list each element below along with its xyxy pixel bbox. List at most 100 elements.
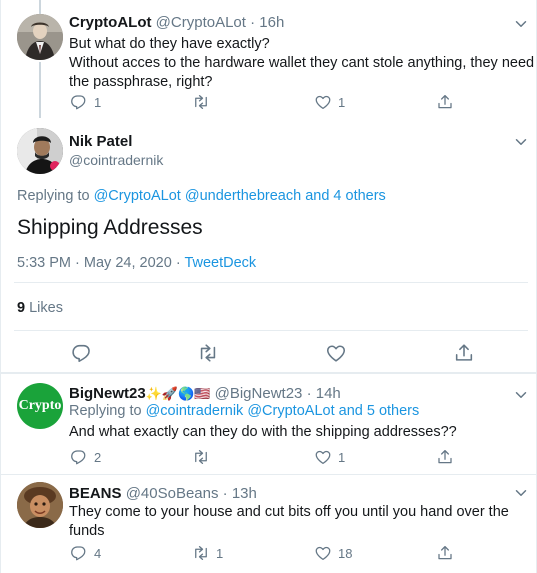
like-icon (314, 93, 332, 111)
tweet-text-line: They come to your house and cut bits off… (69, 504, 509, 520)
reply-count: 1 (94, 94, 102, 110)
reply-button[interactable]: 1 (70, 93, 101, 111)
retweet-icon (192, 448, 210, 466)
chevron-down-icon[interactable] (512, 386, 530, 404)
avatar[interactable] (17, 128, 63, 174)
avatar[interactable] (17, 14, 63, 60)
separator-dot: · (250, 14, 256, 31)
tweet-text-line: the passphrase, right? (69, 74, 213, 90)
separator-dot: · (222, 485, 228, 502)
author-handle[interactable]: @40SoBeans (126, 485, 219, 502)
divider (14, 282, 528, 283)
like-count: 1 (338, 449, 346, 465)
tweet-date[interactable]: May 24, 2020 (84, 255, 172, 271)
like-button[interactable] (325, 342, 347, 364)
share-button[interactable] (436, 93, 454, 111)
timestamp[interactable]: 16h (259, 14, 284, 31)
thread-rail-top (39, 0, 41, 14)
tweet-text: And what exactly can they do with the sh… (69, 424, 457, 440)
author-name[interactable]: CryptoALot (69, 14, 152, 31)
name-emoji: ✨🚀🌎🇺🇸 (145, 386, 211, 401)
likes-count: 9 (17, 300, 26, 316)
reply-button[interactable] (71, 342, 93, 364)
tweet-text: They come to your house and cut bits off… (69, 503, 529, 541)
avatar[interactable]: Crypto (17, 383, 63, 429)
tweet-source[interactable]: TweetDeck (184, 255, 256, 271)
tweet-body: Shipping Addresses (17, 216, 203, 239)
avatar-photo (17, 128, 63, 174)
tweet-header: CryptoALot @CryptoALot · 16h (69, 14, 284, 31)
share-icon (436, 93, 454, 111)
avatar-photo (17, 14, 63, 60)
avatar-photo (17, 482, 63, 528)
tweet-header: BigNewt23✨🚀🌎🇺🇸 @BigNewt23 · 14h (69, 385, 341, 402)
reply-icon (71, 342, 93, 364)
reply-icon (70, 93, 88, 111)
like-button[interactable]: 18 (314, 544, 352, 562)
tweet-meta: 5:33 PM · May 24, 2020 · TweetDeck (17, 255, 256, 271)
chevron-down-icon[interactable] (512, 133, 530, 151)
separator-dot: · (175, 255, 181, 271)
likes-label: Likes (29, 300, 63, 316)
author-name[interactable]: BEANS (69, 485, 122, 502)
replying-to: Replying to @CryptoALot @underthebreach … (17, 188, 386, 204)
like-count: 1 (338, 94, 346, 110)
avatar[interactable] (17, 482, 63, 528)
like-icon (314, 544, 332, 562)
separator-dot: · (75, 255, 80, 271)
author-handle[interactable]: @cointradernik (69, 152, 163, 168)
retweet-count: 1 (216, 545, 224, 561)
retweet-button[interactable] (192, 93, 210, 111)
divider (0, 474, 537, 475)
chevron-down-icon[interactable] (512, 484, 530, 502)
retweet-button[interactable] (192, 448, 210, 466)
share-icon (453, 342, 475, 364)
retweet-icon (192, 93, 210, 111)
tweet-header: BEANS @40SoBeans · 13h (69, 485, 257, 502)
replying-to-label: Replying to (17, 188, 90, 204)
share-button[interactable] (436, 544, 454, 562)
reply-count: 4 (94, 545, 102, 561)
replying-to-label: Replying to (69, 403, 142, 419)
replying-to-links[interactable]: @CryptoALot @underthebreach and 4 others (94, 188, 386, 204)
reply-icon (70, 448, 88, 466)
avatar-text: Crypto (18, 398, 62, 413)
timestamp[interactable]: 13h (232, 485, 257, 502)
tweet-text: But what do they have exactly? Without a… (69, 35, 535, 92)
author-name[interactable]: Nik Patel (69, 133, 132, 150)
tweet-text-line: funds (69, 523, 105, 539)
like-button[interactable]: 1 (314, 448, 345, 466)
divider (0, 372, 537, 374)
author-handle[interactable]: @CryptoALot (156, 14, 246, 31)
share-icon (436, 448, 454, 466)
reply-count: 2 (94, 449, 102, 465)
reply-button[interactable]: 2 (70, 448, 101, 466)
timestamp[interactable]: 14h (316, 385, 341, 402)
tweet-text-line: But what do they have exactly? (69, 36, 270, 52)
thread-rail (39, 62, 41, 118)
replying-to: Replying to @cointradernik @CryptoALot a… (69, 403, 419, 419)
share-button[interactable] (453, 342, 475, 364)
share-button[interactable] (436, 448, 454, 466)
retweet-button[interactable]: 1 (192, 544, 223, 562)
author-handle[interactable]: @BigNewt23 (215, 385, 303, 402)
tweet-time[interactable]: 5:33 PM (17, 255, 71, 271)
like-icon (325, 342, 347, 364)
reply-icon (70, 544, 88, 562)
like-icon (314, 448, 332, 466)
like-button[interactable]: 1 (314, 93, 345, 111)
tweet-text-line: Without acces to the hardware wallet the… (69, 55, 535, 71)
share-icon (436, 544, 454, 562)
retweet-icon (192, 544, 210, 562)
reply-button[interactable]: 4 (70, 544, 101, 562)
timeline-left-border (0, 0, 1, 573)
likes-stat[interactable]: 9 Likes (17, 300, 63, 316)
retweet-button[interactable] (197, 342, 219, 364)
like-count: 18 (338, 545, 353, 561)
separator-dot: · (306, 385, 312, 402)
divider (14, 330, 528, 331)
chevron-down-icon[interactable] (512, 15, 530, 33)
author-name[interactable]: BigNewt23 (69, 385, 146, 402)
replying-to-links[interactable]: @cointradernik @CryptoALot and 5 others (146, 403, 420, 419)
retweet-icon (197, 342, 219, 364)
